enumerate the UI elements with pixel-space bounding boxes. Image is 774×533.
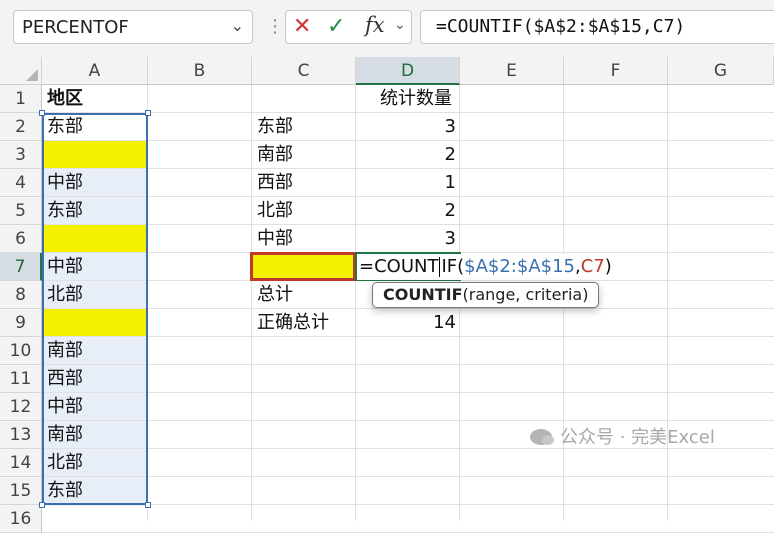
wechat-logo-icon — [530, 429, 554, 445]
edit-formula-prefix: =COUNT — [359, 256, 439, 277]
gridline-horizontal — [42, 504, 774, 505]
cell-d5[interactable]: 2 — [356, 197, 460, 224]
gridline-vertical — [667, 85, 668, 521]
row-header-2[interactable]: 2 — [0, 113, 42, 141]
gridline-horizontal — [42, 476, 774, 477]
cell-c3[interactable]: 南部 — [252, 141, 356, 168]
cell-d3[interactable]: 2 — [356, 141, 460, 168]
gridline-horizontal — [42, 364, 774, 365]
row-header-16[interactable]: 16 — [0, 505, 42, 533]
cell-d9[interactable]: 14 — [356, 309, 460, 336]
row-header-8[interactable]: 8 — [0, 281, 42, 309]
row-header-5[interactable]: 5 — [0, 197, 42, 225]
edit-cell-ref: C7 — [580, 256, 605, 277]
formula-buttons: ✕ ✓ fx ⌄ — [285, 10, 412, 44]
cell-edit-formula[interactable]: =COUNT IF($A$2:$A$15,C7) — [357, 254, 616, 280]
column-header-d[interactable]: D — [356, 57, 460, 85]
row-header-4[interactable]: 4 — [0, 169, 42, 197]
cell-c5[interactable]: 北部 — [252, 197, 356, 224]
function-tooltip[interactable]: COUNTIF(range, criteria) — [372, 282, 600, 308]
cell-c4[interactable]: 西部 — [252, 169, 356, 196]
row-header-10[interactable]: 10 — [0, 337, 42, 365]
gridline-horizontal — [42, 336, 774, 337]
column-header-e[interactable]: E — [460, 57, 564, 85]
select-all-corner[interactable] — [0, 57, 42, 85]
row-header-9[interactable]: 9 — [0, 309, 42, 337]
row-header-1[interactable]: 1 — [0, 85, 42, 113]
range-resize-handle[interactable] — [145, 502, 151, 508]
row-header-12[interactable]: 12 — [0, 393, 42, 421]
row-header-14[interactable]: 14 — [0, 449, 42, 477]
formula-text: =COUNTIF($A$2:$A$15,C7) — [436, 16, 686, 37]
formula-bar-area: PERCENTOF ⌄ ⋮ ✕ ✓ fx ⌄ =COUNTIF($A$2:$A$… — [0, 0, 774, 57]
tooltip-function-name[interactable]: COUNTIF — [383, 285, 463, 304]
row-header-7[interactable]: 7 — [0, 253, 42, 281]
range-resize-handle[interactable] — [145, 110, 151, 116]
gridline-horizontal — [42, 392, 774, 393]
gridline-horizontal — [42, 420, 774, 421]
row-header-15[interactable]: 15 — [0, 477, 42, 505]
spreadsheet-grid: A B C D E F G 1 2 3 4 5 6 7 8 9 10 11 12 13 14 15 16 地区 东部 中部 东部 中部… — [0, 57, 774, 533]
cell-c8[interactable]: 总计 — [252, 281, 356, 308]
cell-reference-border-c7 — [250, 252, 356, 281]
cell-a1[interactable]: 地区 — [42, 85, 148, 112]
column-header-f[interactable]: F — [564, 57, 668, 85]
cell-d6[interactable]: 3 — [356, 225, 460, 252]
name-box[interactable]: PERCENTOF ⌄ — [13, 10, 253, 44]
select-all-triangle-icon — [26, 69, 38, 81]
range-resize-handle[interactable] — [39, 502, 45, 508]
range-resize-handle[interactable] — [39, 110, 45, 116]
insert-function-icon[interactable]: fx — [365, 13, 385, 37]
row-header-3[interactable]: 3 — [0, 141, 42, 169]
column-header-a[interactable]: A — [42, 57, 148, 85]
row-header-13[interactable]: 13 — [0, 421, 42, 449]
cell-c6[interactable]: 中部 — [252, 225, 356, 252]
column-header-g[interactable]: G — [668, 57, 774, 85]
cell-d2[interactable]: 3 — [356, 113, 460, 140]
cell-c9[interactable]: 正确总计 — [252, 309, 356, 336]
watermark: 公众号 · 完美Excel — [530, 423, 715, 449]
edit-formula-suffix: IF( — [441, 256, 465, 277]
chevron-down-icon[interactable]: ⌄ — [231, 16, 244, 35]
edit-close-paren: ) — [604, 256, 612, 277]
more-options-icon: ⋮ — [266, 16, 284, 37]
enter-check-icon[interactable]: ✓ — [327, 14, 345, 39]
range-reference-border — [42, 113, 148, 505]
cell-d1[interactable]: 统计数量 — [356, 85, 460, 112]
column-header-b[interactable]: B — [148, 57, 252, 85]
row-header-11[interactable]: 11 — [0, 365, 42, 393]
column-header-c[interactable]: C — [252, 57, 356, 85]
cell-d4[interactable]: 1 — [356, 169, 460, 196]
chevron-down-icon[interactable]: ⌄ — [394, 17, 406, 33]
tooltip-arguments: (range, criteria) — [462, 285, 589, 304]
cancel-icon[interactable]: ✕ — [293, 14, 311, 39]
cell-c2[interactable]: 东部 — [252, 113, 356, 140]
formula-input[interactable]: =COUNTIF($A$2:$A$15,C7) — [420, 10, 774, 44]
watermark-text: 公众号 · 完美Excel — [560, 427, 715, 448]
edit-range-ref: $A$2:$A$15 — [464, 256, 575, 277]
name-box-value: PERCENTOF — [22, 17, 129, 38]
row-header-6[interactable]: 6 — [0, 225, 42, 253]
